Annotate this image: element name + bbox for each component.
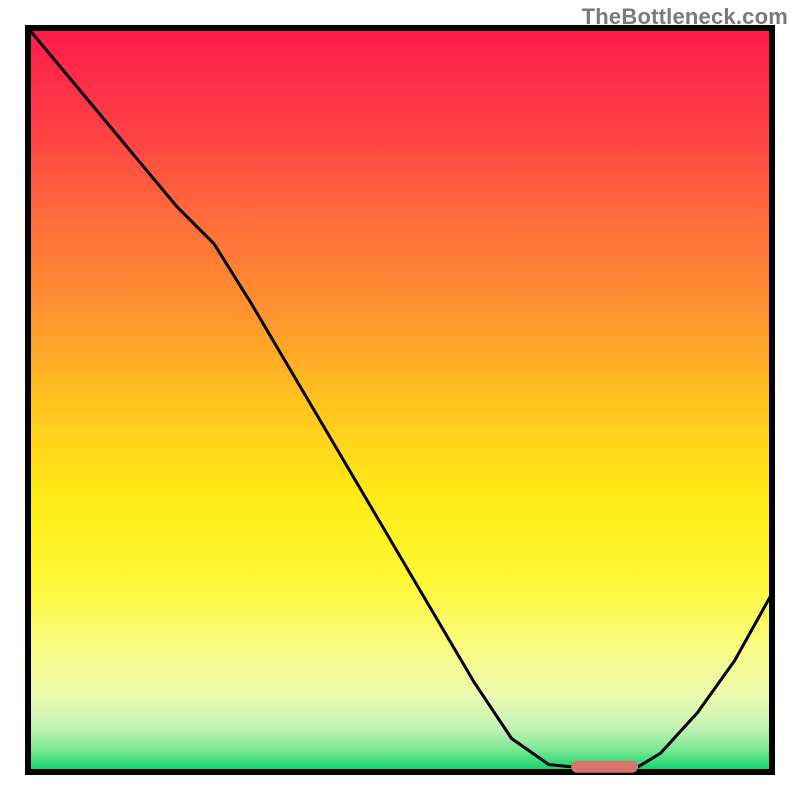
plot-background <box>28 28 772 772</box>
chart-container: TheBottleneck.com <box>0 0 800 800</box>
chart-svg <box>0 0 800 800</box>
optimum-marker <box>571 761 638 773</box>
watermark-text: TheBottleneck.com <box>582 4 788 30</box>
